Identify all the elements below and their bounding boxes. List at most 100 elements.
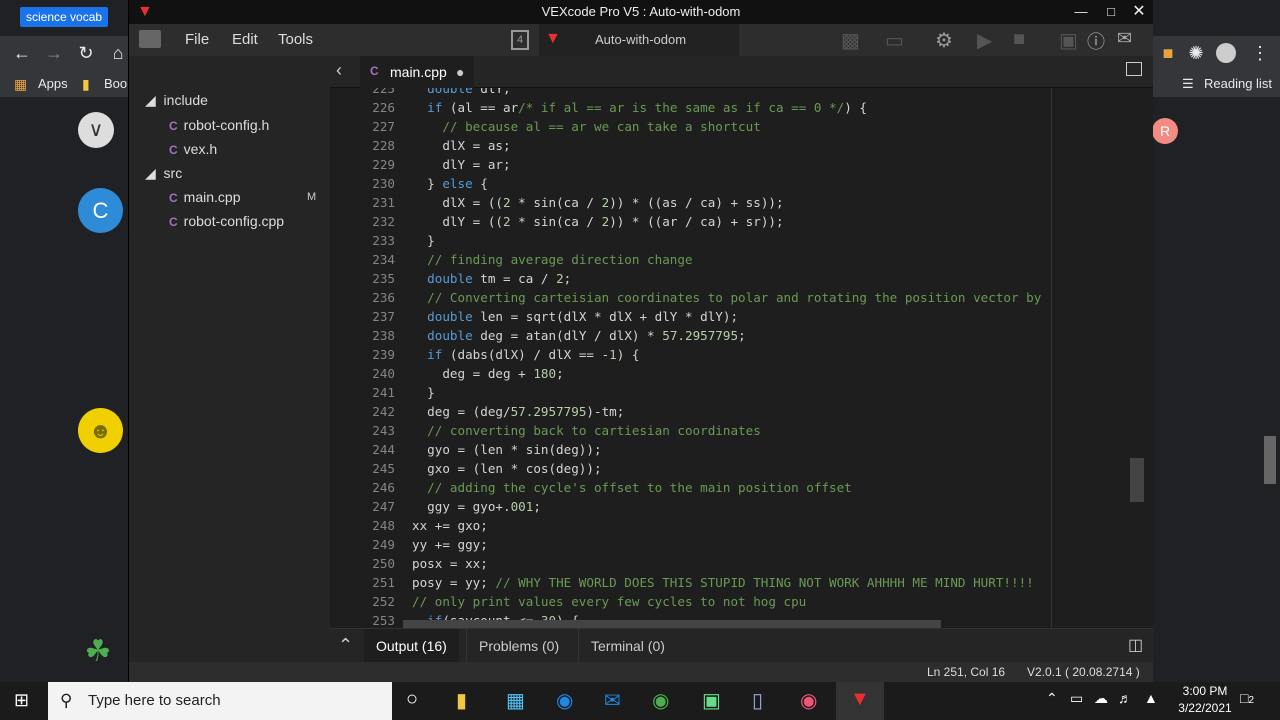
battery-icon[interactable]: ▭ — [1070, 690, 1083, 707]
split-editor-icon[interactable] — [1126, 62, 1142, 76]
code-text[interactable]: // Converting carteisian coordinates to … — [412, 288, 1041, 307]
slot-icon[interactable]: 4 — [511, 30, 529, 50]
task-view-icon[interactable]: ○ — [406, 688, 418, 711]
code-text[interactable]: } else { — [412, 174, 488, 193]
code-line[interactable]: 239 if (dabs(dlX) / dlX == -1) { — [330, 345, 1051, 364]
code-line[interactable]: 247 ggy = gyo+.001; — [330, 497, 1051, 516]
project-name-box[interactable]: ▼ Auto-with-odom — [539, 24, 739, 56]
code-text[interactable]: ggy = gyo+.001; — [412, 497, 541, 516]
code-line[interactable]: 251 posy = yy; // WHY THE WORLD DOES THIS… — [330, 573, 1051, 592]
folder-src[interactable]: ◢ src — [145, 165, 182, 182]
menu-edit[interactable]: Edit — [232, 24, 258, 56]
code-line[interactable]: 229 dlY = ar; — [330, 155, 1051, 174]
code-line[interactable]: 242 deg = (deg/57.2957795)-tm; — [330, 402, 1051, 421]
tab-main-cpp[interactable]: C main.cpp ● — [360, 56, 474, 88]
help-icon[interactable]: ⓘ — [1087, 28, 1105, 54]
file-robot-config-h[interactable]: Crobot-config.h — [169, 117, 269, 133]
store-icon[interactable]: ▦ — [506, 688, 525, 713]
code-editor[interactable]: 225 double dlY; 226 if (al == ar/* if al … — [330, 88, 1051, 628]
code-text[interactable]: posy = yy; // WHY THE WORLD DOES THIS ST… — [412, 573, 1034, 592]
code-text[interactable]: dlY = ar; — [412, 155, 510, 174]
stop-icon[interactable]: ■ — [1013, 28, 1025, 51]
code-line[interactable]: 244 gyo = (len * sin(deg)); — [330, 440, 1051, 459]
code-text[interactable]: } — [412, 231, 435, 250]
code-text[interactable]: if (dabs(dlX) / dlX == -1) { — [412, 345, 639, 364]
code-line[interactable]: 225 double dlY; — [330, 88, 1051, 98]
code-line[interactable]: 235 double tm = ca / 2; — [330, 269, 1051, 288]
chevron-up-icon[interactable]: ⌃ — [338, 635, 353, 656]
folder-include[interactable]: ◢ include — [145, 92, 208, 109]
code-text[interactable]: // converting back to cartiesian coordin… — [412, 421, 761, 440]
code-text[interactable]: if (al == ar/* if al == ar is the same a… — [412, 98, 867, 117]
bookmark-link[interactable]: Bool — [104, 76, 130, 91]
close-icon[interactable]: ✕ — [1127, 0, 1151, 24]
trash-icon[interactable]: ◫ — [1128, 635, 1143, 655]
file-robot-config-cpp[interactable]: Crobot-config.cpp — [169, 213, 284, 229]
code-line[interactable]: 241 } — [330, 383, 1051, 402]
profile-avatar[interactable] — [1216, 43, 1236, 63]
run-icon[interactable]: ▶ — [977, 28, 992, 53]
kebab-menu-icon[interactable]: ⋮ — [1244, 36, 1276, 70]
build-icon[interactable]: ⚙ — [935, 28, 953, 53]
code-line[interactable]: 250 posx = xx; — [330, 554, 1051, 573]
horizontal-scrollbar[interactable] — [403, 620, 941, 628]
code-text[interactable]: double len = sqrt(dlX * dlX + dlY * dlY)… — [412, 307, 738, 326]
reload-icon[interactable]: ↻ — [70, 36, 102, 70]
code-line[interactable]: 231 dlX = ((2 * sin(ca / 2)) * ((as / ca… — [330, 193, 1051, 212]
user-avatar[interactable]: R — [1152, 118, 1178, 144]
project-name[interactable]: Auto-with-odom — [595, 24, 686, 56]
code-line[interactable]: 248 xx += gxo; — [330, 516, 1051, 535]
code-text[interactable]: // finding average direction change — [412, 250, 692, 269]
code-text[interactable]: gyo = (len * sin(deg)); — [412, 440, 601, 459]
code-line[interactable]: 245 gxo = (len * cos(deg)); — [330, 459, 1051, 478]
edge-icon[interactable]: ◉ — [556, 688, 573, 713]
menu-file[interactable]: File — [185, 24, 209, 56]
code-line[interactable]: 234 // finding average direction change — [330, 250, 1051, 269]
code-line[interactable]: 230 } else { — [330, 174, 1051, 193]
file-vex-h[interactable]: Cvex.h — [169, 141, 217, 157]
vexcode-taskbar-button[interactable]: ▼ — [836, 682, 884, 720]
windows-start-icon[interactable]: ⊞ — [14, 690, 29, 711]
code-line[interactable]: 252 // only print values every few cycles… — [330, 592, 1051, 611]
code-text[interactable]: dlX = ((2 * sin(ca / 2)) * ((as / ca) + … — [412, 193, 783, 212]
clock-time[interactable]: 3:00 PM — [1172, 684, 1238, 698]
apps-link[interactable]: Apps — [38, 76, 68, 91]
tab-output[interactable]: Output (16) — [364, 629, 459, 663]
code-text[interactable]: gxo = (len * cos(deg)); — [412, 459, 601, 478]
file-explorer-icon[interactable]: ▮ — [456, 688, 467, 713]
collapse-sidebar-icon[interactable]: ‹ — [336, 60, 342, 81]
code-text[interactable]: xx += gxo; — [412, 516, 488, 535]
code-line[interactable]: 236 // Converting carteisian coordinates… — [330, 288, 1051, 307]
page-scrollbar[interactable] — [1264, 436, 1276, 484]
code-text[interactable]: double deg = atan(dlY / dlX) * 57.295779… — [412, 326, 745, 345]
code-text[interactable]: // because al == ar we can take a shortc… — [412, 117, 760, 136]
code-text[interactable]: double dlY; — [412, 88, 510, 98]
code-line[interactable]: 249 yy += ggy; — [330, 535, 1051, 554]
feedback-icon[interactable]: ✉ — [1117, 28, 1132, 49]
cursor-position[interactable]: Ln 251, Col 16 — [927, 662, 1005, 682]
file-main-cpp[interactable]: Cmain.cpp — [169, 189, 240, 205]
mail-icon[interactable]: ✉ — [604, 688, 621, 713]
v5-brain-icon[interactable] — [139, 30, 161, 48]
minimize-icon[interactable]: — — [1069, 0, 1093, 24]
code-line[interactable]: 228 dlX = as; — [330, 136, 1051, 155]
volume-icon[interactable]: ♬ — [1118, 690, 1132, 706]
chrome-icon[interactable]: ◉ — [652, 688, 669, 713]
wifi-icon[interactable]: ▲ — [1144, 690, 1158, 706]
code-line[interactable]: 243 // converting back to cartiesian coo… — [330, 421, 1051, 440]
code-line[interactable]: 246 // adding the cycle's offset to the … — [330, 478, 1051, 497]
clock-date[interactable]: 3/22/2021 — [1166, 701, 1244, 715]
minimap[interactable] — [1051, 88, 1153, 628]
code-text[interactable]: // only print values every few cycles to… — [412, 592, 806, 611]
code-line[interactable]: 233 } — [330, 231, 1051, 250]
code-line[interactable]: 226 if (al == ar/* if al == ar is the sa… — [330, 98, 1051, 117]
editor-scrollbar-thumb[interactable] — [1130, 458, 1144, 502]
code-line[interactable]: 240 deg = deg + 180; — [330, 364, 1051, 383]
app-logo-icon[interactable]: ∨ — [78, 112, 114, 148]
app-c-icon[interactable]: C — [78, 188, 123, 233]
chrome-profile-icon[interactable]: ◉ — [800, 688, 817, 713]
code-line[interactable]: 232 dlY = ((2 * sin(ca / 2)) * ((ar / ca… — [330, 212, 1051, 231]
controller-icon[interactable]: ▩ — [841, 28, 860, 53]
network-icon[interactable]: ☁ — [1094, 690, 1108, 707]
app-icon[interactable]: ▣ — [702, 688, 721, 713]
